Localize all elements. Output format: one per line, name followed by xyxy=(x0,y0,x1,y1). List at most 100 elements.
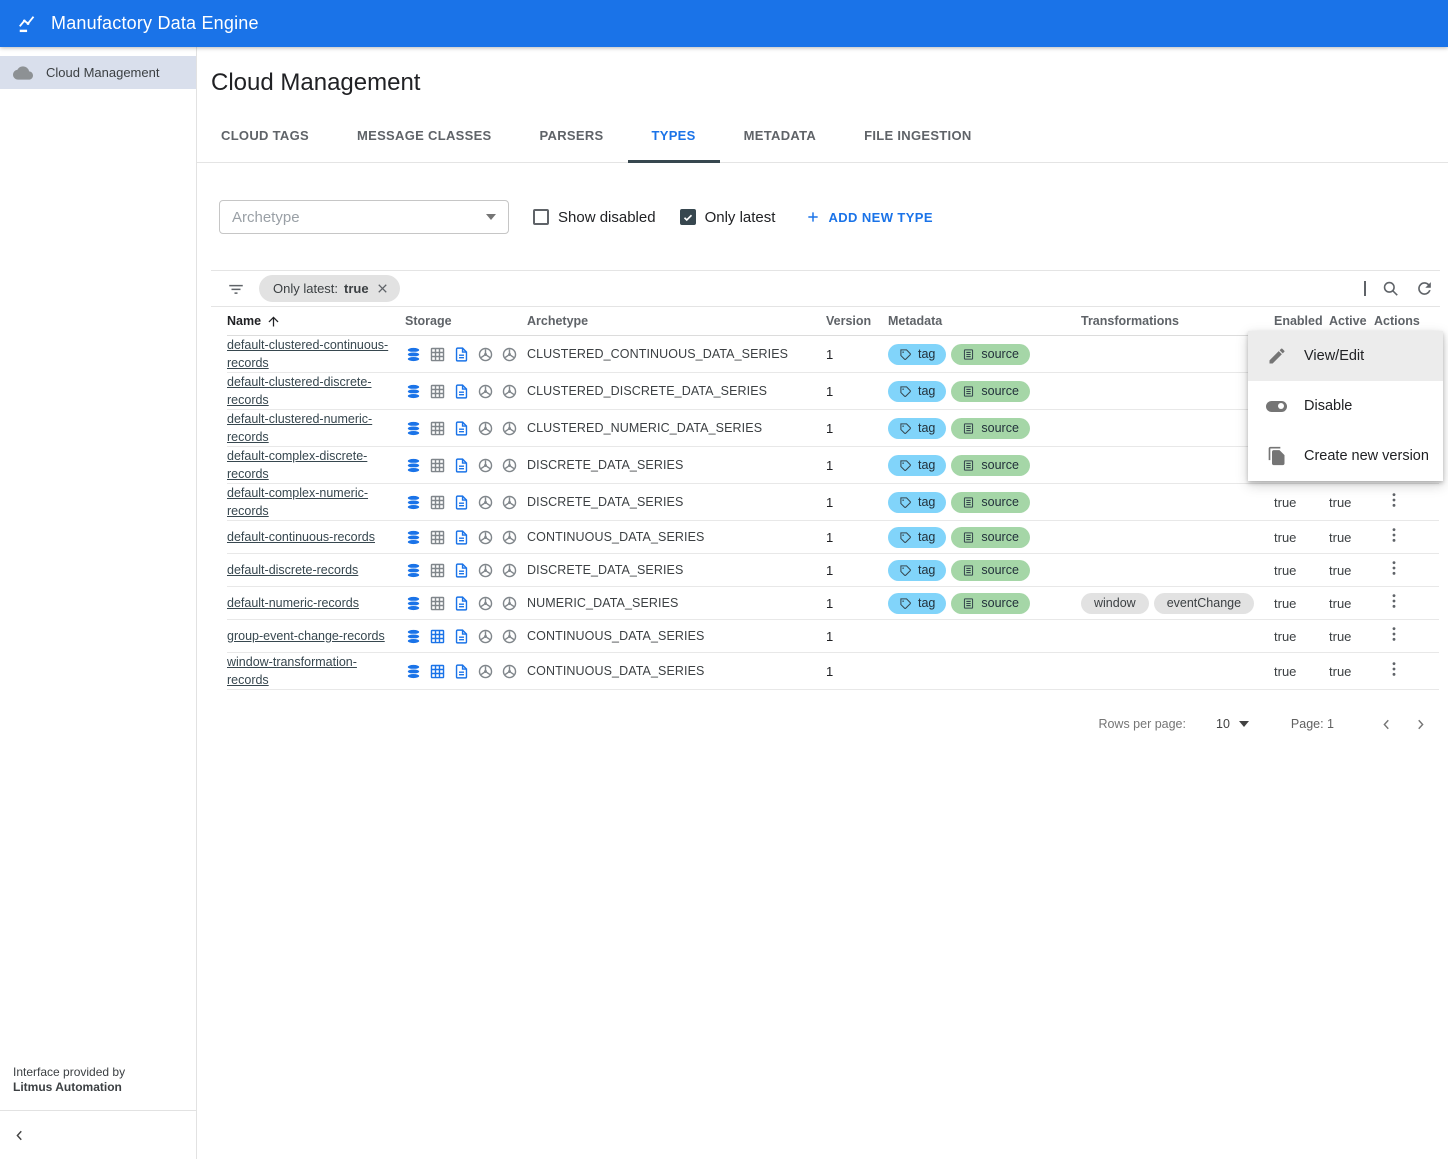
archetype-select[interactable]: Archetype xyxy=(219,200,509,234)
close-icon[interactable] xyxy=(375,281,390,296)
type-name-link[interactable]: group-event-change-records xyxy=(227,625,403,647)
show-disabled-checkbox[interactable]: Show disabled xyxy=(533,209,656,226)
wheel-icon xyxy=(477,595,494,612)
chip-label: source xyxy=(981,347,1019,361)
column-header-metadata: Metadata xyxy=(888,314,1081,328)
checkbox-unchecked-icon xyxy=(533,209,549,225)
version-cell: 1 xyxy=(826,458,888,473)
wheel-icon xyxy=(477,494,494,511)
chip-label: source xyxy=(981,596,1019,610)
type-name-link[interactable]: default-clustered-discrete-records xyxy=(227,371,372,411)
tab-file-ingestion[interactable]: FILE INGESTION xyxy=(840,111,995,163)
version-cell: 1 xyxy=(826,495,888,510)
filter-list-icon[interactable] xyxy=(227,280,245,298)
add-new-type-button[interactable]: ADD NEW TYPE xyxy=(805,209,932,225)
tab-metadata[interactable]: METADATA xyxy=(720,111,840,163)
row-actions-kebab-button[interactable] xyxy=(1382,488,1406,512)
tab-types[interactable]: TYPES xyxy=(628,111,720,163)
document-icon xyxy=(453,494,470,511)
row-actions-menu: View/EditDisableCreate new version xyxy=(1248,331,1443,481)
filter-chip-value: true xyxy=(344,281,369,296)
transformation-chip: window xyxy=(1081,593,1149,614)
type-name-link[interactable]: default-numeric-records xyxy=(227,592,377,614)
tag-chip: tag xyxy=(888,560,946,581)
name-cell: default-complex-discrete-records xyxy=(227,447,405,483)
type-name-link[interactable]: default-clustered-continuous-records xyxy=(227,334,388,374)
source-chip: source xyxy=(951,560,1030,581)
column-header-name[interactable]: Name xyxy=(227,314,405,329)
next-page-button[interactable] xyxy=(1412,715,1430,733)
menu-item-create-new-version[interactable]: Create new version xyxy=(1248,431,1443,481)
main-content: Cloud Management CLOUD TAGSMESSAGE CLASS… xyxy=(197,47,1448,1159)
wheel-icon xyxy=(501,420,518,437)
enabled-cell: true xyxy=(1274,495,1329,510)
tag-chip: tag xyxy=(888,381,946,402)
source-chip: source xyxy=(951,344,1030,365)
sidebar: Cloud Management Interface provided by L… xyxy=(0,47,197,1159)
cloud-icon xyxy=(13,63,33,83)
name-cell: default-complex-numeric-records xyxy=(227,484,405,520)
chevron-right-icon xyxy=(1412,716,1430,733)
transformations-cell: windoweventChange xyxy=(1081,593,1274,614)
row-actions-kebab-button[interactable] xyxy=(1382,556,1406,580)
sidebar-item-cloud-management[interactable]: Cloud Management xyxy=(0,56,196,89)
menu-item-view-edit[interactable]: View/Edit xyxy=(1248,331,1443,381)
search-icon[interactable] xyxy=(1381,279,1400,298)
actions-cell xyxy=(1374,622,1439,651)
type-name-link[interactable]: window-transformation-records xyxy=(227,651,357,691)
version-cell: 1 xyxy=(826,563,888,578)
type-name-link[interactable]: default-clustered-numeric-records xyxy=(227,408,372,448)
row-actions-kebab-button[interactable] xyxy=(1382,657,1406,681)
type-name-link[interactable]: default-discrete-records xyxy=(227,559,376,581)
archetype-cell: CONTINUOUS_DATA_SERIES xyxy=(527,664,826,678)
source-chip: source xyxy=(951,381,1030,402)
storage-cell xyxy=(405,562,527,579)
name-cell: default-clustered-continuous-records xyxy=(227,336,405,372)
row-actions-kebab-button[interactable] xyxy=(1382,622,1406,646)
toggle-icon xyxy=(1266,396,1287,417)
name-cell: default-continuous-records xyxy=(227,528,405,546)
tag-icon xyxy=(899,422,912,435)
storage-cell xyxy=(405,420,527,437)
version-cell: 1 xyxy=(826,629,888,644)
checkbox-checked-icon xyxy=(680,209,696,225)
menu-item-disable[interactable]: Disable xyxy=(1248,381,1443,431)
type-name-link[interactable]: default-complex-numeric-records xyxy=(227,482,368,522)
previous-page-button[interactable] xyxy=(1378,715,1396,733)
chevron-down-icon xyxy=(1239,721,1249,727)
table-row: default-complex-numeric-recordsDISCRETE_… xyxy=(227,484,1439,521)
enabled-cell: true xyxy=(1274,596,1329,611)
column-header-version: Version xyxy=(826,314,888,328)
type-name-link[interactable]: default-continuous-records xyxy=(227,526,393,548)
chip-label: tag xyxy=(918,384,935,398)
database-icon xyxy=(405,595,422,612)
tab-cloud-tags[interactable]: CLOUD TAGS xyxy=(197,111,333,163)
wheel-icon xyxy=(477,383,494,400)
only-latest-checkbox[interactable]: Only latest xyxy=(680,209,776,226)
column-header-transformations: Transformations xyxy=(1081,314,1274,328)
wheel-icon xyxy=(501,383,518,400)
chip-label: source xyxy=(981,458,1019,472)
tab-parsers[interactable]: PARSERS xyxy=(516,111,628,163)
rows-per-page-select[interactable]: 10 xyxy=(1216,717,1249,731)
document-icon xyxy=(453,529,470,546)
type-name-link[interactable]: default-complex-discrete-records xyxy=(227,445,367,485)
document-icon xyxy=(453,346,470,363)
archetype-cell: CONTINUOUS_DATA_SERIES xyxy=(527,530,826,544)
table-grid-icon xyxy=(429,494,446,511)
row-actions-kebab-button[interactable] xyxy=(1382,589,1406,613)
doc-lines-icon xyxy=(962,597,975,610)
tag-chip: tag xyxy=(888,418,946,439)
database-icon xyxy=(405,663,422,680)
column-header-actions: Actions xyxy=(1374,314,1439,328)
refresh-icon[interactable] xyxy=(1415,279,1434,298)
credit-line1: Interface provided by xyxy=(13,1065,183,1081)
column-header-enabled: Enabled xyxy=(1274,314,1329,328)
arrow-up-icon xyxy=(266,314,281,329)
chevron-left-icon[interactable] xyxy=(11,1127,28,1144)
document-icon xyxy=(453,562,470,579)
page-title: Cloud Management xyxy=(211,69,1448,97)
chevron-left-icon xyxy=(1378,716,1396,733)
row-actions-kebab-button[interactable] xyxy=(1382,523,1406,547)
tab-message-classes[interactable]: MESSAGE CLASSES xyxy=(333,111,516,163)
